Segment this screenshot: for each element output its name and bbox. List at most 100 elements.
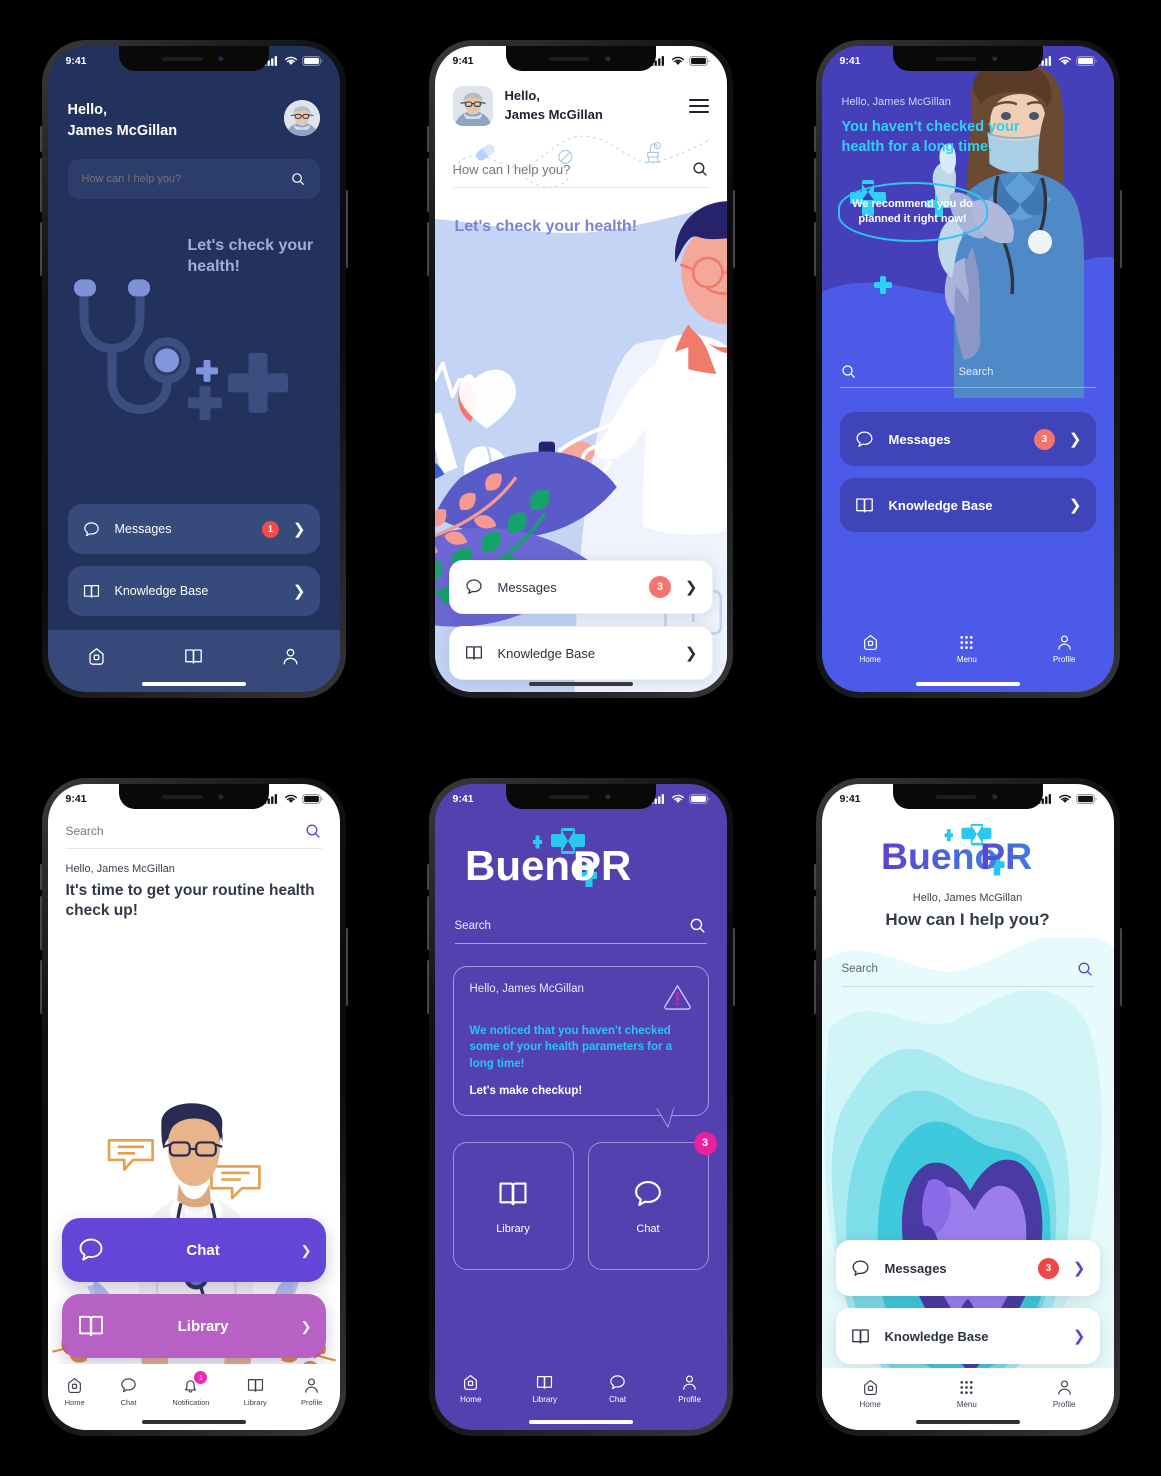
wifi-icon <box>671 56 685 66</box>
card-label: Messages <box>884 1260 947 1276</box>
tab-profile[interactable]: Profile <box>1053 633 1076 664</box>
search-icon[interactable] <box>304 822 322 840</box>
avatar[interactable] <box>283 100 320 136</box>
app-logo: Bueno PR <box>463 828 727 892</box>
search-icon[interactable] <box>290 171 306 187</box>
card-messages[interactable]: Messages 1 ❯ <box>67 504 320 554</box>
avatar[interactable] <box>452 86 493 126</box>
tab-library[interactable] <box>183 646 204 667</box>
tab-library[interactable]: Library <box>244 1376 267 1407</box>
chat-bubble-icon <box>631 1177 665 1211</box>
hero-title: Let's check your health! <box>187 237 314 276</box>
tab-profile[interactable]: Profile <box>1053 1378 1076 1409</box>
card-knowledge-base[interactable]: Knowledge Base ❯ <box>835 1308 1100 1364</box>
greeting: Hello, James McGillan <box>912 892 1023 904</box>
tab-label: Home <box>859 654 881 664</box>
tab-profile[interactable]: Profile <box>678 1373 701 1404</box>
chat-bubble-icon <box>464 577 484 597</box>
tab-home[interactable]: Home <box>859 633 881 664</box>
home-indicator <box>915 1420 1020 1424</box>
tab-chat[interactable]: Chat <box>119 1376 138 1407</box>
hero-illustration: Let's check your health! <box>48 199 340 504</box>
tile-library[interactable]: Library <box>452 1141 574 1270</box>
card-knowledge-base[interactable]: Knowledge Base ❯ <box>839 478 1096 532</box>
search-input[interactable] <box>81 173 282 186</box>
book-icon <box>535 1373 554 1392</box>
search-placeholder: Search <box>841 963 878 975</box>
chevron-right-icon: ❯ <box>684 578 698 596</box>
tab-menu[interactable]: Menu <box>957 1378 977 1409</box>
card-knowledge-base[interactable]: Knowledge Base ❯ <box>448 626 713 680</box>
tab-label: Profile <box>301 1397 323 1407</box>
card-label: Knowledge Base <box>114 584 209 598</box>
card-messages[interactable]: Messages 3 ❯ <box>835 1240 1100 1296</box>
search-icon[interactable] <box>688 916 707 935</box>
quick-links: Messages 3 ❯ Knowledge Base ❯ <box>822 398 1114 532</box>
book-icon <box>464 643 484 663</box>
battery-icon <box>689 794 711 804</box>
search-icon[interactable] <box>1076 960 1094 978</box>
phone-6-home-teal: 9:41 Bueno PR Hello, James McGillan How … <box>813 778 1122 1436</box>
tab-label: Menu <box>956 654 977 664</box>
card-messages[interactable]: Messages 3 ❯ <box>448 560 713 614</box>
mute-switch <box>426 126 429 152</box>
greeting-line1: Hello, <box>504 88 540 104</box>
quick-links: Messages 3 ❯ Knowledge Base ❯ <box>835 1240 1100 1364</box>
grid-dots-icon <box>960 1380 973 1394</box>
greeting-line1: Hello, <box>67 102 107 118</box>
chevron-right-icon: ❯ <box>1068 496 1082 514</box>
tab-profile[interactable] <box>280 646 301 667</box>
chat-bubble-icon <box>608 1373 627 1392</box>
tab-home[interactable]: Home <box>859 1378 881 1409</box>
card-label: Knowledge Base <box>497 645 596 661</box>
tab-profile[interactable]: Profile <box>301 1376 322 1407</box>
tab-notification[interactable]: 1 Notification <box>172 1370 209 1407</box>
search-bar[interactable]: Search <box>839 363 1096 388</box>
tab-chat[interactable]: Chat <box>608 1373 627 1404</box>
warning-triangle-icon <box>663 983 692 1010</box>
tab-home[interactable] <box>86 646 107 667</box>
tab-label: Home <box>460 1394 482 1404</box>
card-label: Knowledge Base <box>884 1328 989 1344</box>
card-label: Messages <box>114 522 172 536</box>
notch <box>118 784 269 809</box>
phone-1-home-dark: 9:41 Hello, James McGillan How can I hel… <box>39 40 348 698</box>
tab-menu[interactable]: Menu <box>957 633 977 664</box>
tab-home[interactable]: Home <box>460 1373 481 1404</box>
front-camera <box>603 792 612 801</box>
search-bar[interactable]: Search <box>454 916 707 944</box>
person-icon <box>1055 633 1074 652</box>
search-bar[interactable] <box>67 159 320 200</box>
logo-text-2: PR <box>573 842 631 889</box>
search-icon[interactable] <box>840 363 857 380</box>
tab-label: Profile <box>1052 654 1076 664</box>
notice-body: We noticed that you haven't checked some… <box>469 1025 673 1070</box>
card-library[interactable]: Library ❯ <box>61 1294 326 1358</box>
chevron-right-icon: ❯ <box>300 1318 312 1334</box>
tile-label: Library <box>496 1222 530 1235</box>
tile-chat[interactable]: 3 Chat <box>587 1131 717 1270</box>
card-chat[interactable]: Chat ❯ <box>61 1218 326 1282</box>
hero-title: Let's check your health! <box>454 218 638 235</box>
greeting: Hello, James McGillan <box>65 863 175 875</box>
greeting: Hello, James McGillan <box>505 87 677 124</box>
card-messages[interactable]: Messages 3 ❯ <box>839 412 1096 466</box>
speaker-grille <box>936 794 976 799</box>
search-bar[interactable] <box>65 822 322 849</box>
mute-switch <box>39 126 42 152</box>
search-input[interactable] <box>65 824 304 838</box>
hamburger-menu-icon[interactable] <box>688 99 709 113</box>
tab-label: Profile <box>1052 1399 1076 1409</box>
tab-home[interactable]: Home <box>65 1376 85 1407</box>
home-indicator <box>915 682 1020 686</box>
status-badge: 3 <box>1037 1257 1059 1279</box>
power-button <box>732 190 735 268</box>
search-bar[interactable]: Search <box>841 960 1094 987</box>
status-time: 9:41 <box>65 793 87 805</box>
buenopr-logo-icon: Bueno PR <box>465 828 631 889</box>
tab-library[interactable]: Library <box>533 1373 557 1404</box>
person-icon <box>1055 1378 1074 1397</box>
card-knowledge-base[interactable]: Knowledge Base ❯ <box>67 566 320 616</box>
power-button <box>1119 190 1122 268</box>
greeting: Hello, James McGillan <box>841 96 951 108</box>
